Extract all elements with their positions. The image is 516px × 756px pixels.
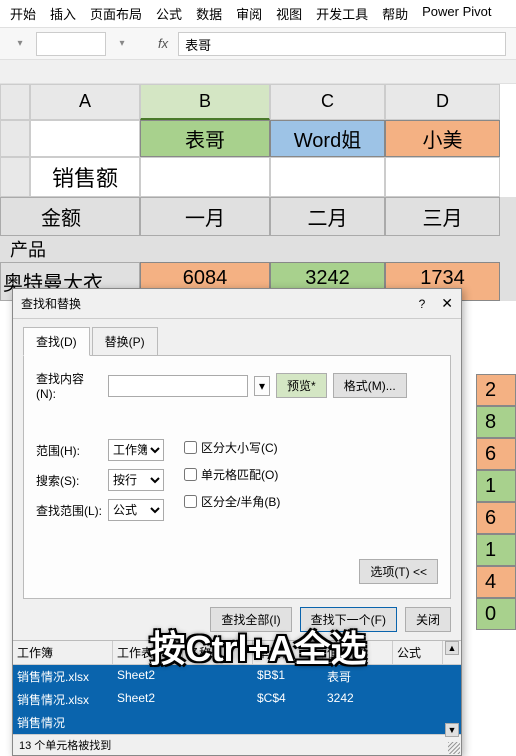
- close-button[interactable]: 关闭: [405, 607, 451, 632]
- product-label: 产品: [0, 236, 516, 262]
- scope-label: 范围(H):: [36, 442, 102, 459]
- close-icon[interactable]: ✕: [441, 295, 453, 312]
- scroll-down-icon[interactable]: ▼: [445, 723, 459, 737]
- lookin-select[interactable]: 公式: [108, 499, 164, 521]
- data-cell[interactable]: 1: [476, 534, 516, 566]
- resize-grip-icon[interactable]: [448, 742, 460, 754]
- formula-bar[interactable]: 表哥: [178, 32, 506, 56]
- cell-d1[interactable]: 小美: [385, 120, 500, 157]
- name-box[interactable]: [36, 32, 106, 56]
- amount-label: 金额: [0, 197, 140, 236]
- row-header[interactable]: [0, 157, 30, 197]
- dialog-title: 查找和替换: [21, 295, 81, 312]
- partial-column: 2 8 6 1 6 1 4 0: [476, 374, 516, 630]
- tab-powerpivot[interactable]: Power Pivot: [422, 4, 491, 23]
- fx-icon[interactable]: fx: [158, 36, 168, 51]
- overlay-caption: 按Ctrl+A全选: [149, 620, 366, 672]
- ribbon-spacer: [0, 60, 516, 84]
- find-replace-dialog: 查找和替换 ? ✕ 查找(D) 替换(P) 查找内容(N): ▾ 预览* 格式(…: [12, 288, 462, 756]
- tab-dev[interactable]: 开发工具: [316, 4, 368, 23]
- col-workbook[interactable]: 工作簿: [13, 641, 113, 664]
- col-header-d[interactable]: D: [385, 84, 500, 120]
- tab-find[interactable]: 查找(D): [23, 327, 90, 356]
- worksheet: A B C D 表哥 Word姐 小美 销售额 金额 一月 二月 三月 产品 奥…: [0, 84, 516, 301]
- cell-sales-label[interactable]: 销售额: [30, 157, 140, 197]
- scope-select[interactable]: 工作簿: [108, 439, 164, 461]
- data-cell[interactable]: 6: [476, 438, 516, 470]
- search-select[interactable]: 按行: [108, 469, 164, 491]
- find-label: 查找内容(N):: [36, 370, 102, 401]
- tab-insert[interactable]: 插入: [50, 4, 76, 23]
- tab-formulas[interactable]: 公式: [156, 4, 182, 23]
- month-jan: 一月: [140, 197, 270, 236]
- tab-review[interactable]: 审阅: [236, 4, 262, 23]
- cell[interactable]: [30, 120, 140, 157]
- options-button[interactable]: 选项(T) <<: [359, 559, 438, 584]
- cell[interactable]: [270, 157, 385, 197]
- data-cell[interactable]: 0: [476, 598, 516, 630]
- month-mar: 三月: [385, 197, 500, 236]
- match-width-check[interactable]: 区分全/半角(B): [184, 493, 280, 510]
- cell-b1[interactable]: 表哥: [140, 120, 270, 157]
- data-table: 金额 一月 二月 三月 产品 奥特曼大衣 6084 3242 1734: [0, 197, 516, 301]
- tab-help[interactable]: 帮助: [382, 4, 408, 23]
- data-cell[interactable]: 8: [476, 406, 516, 438]
- tab-view[interactable]: 视图: [276, 4, 302, 23]
- data-cell[interactable]: 1: [476, 470, 516, 502]
- scroll-up-icon[interactable]: ▲: [445, 641, 459, 655]
- dialog-titlebar[interactable]: 查找和替换 ? ✕: [13, 289, 461, 319]
- cell-c1[interactable]: Word姐: [270, 120, 385, 157]
- col-header-b[interactable]: B: [140, 84, 270, 120]
- tab-home[interactable]: 开始: [10, 4, 36, 23]
- data-cell[interactable]: 4: [476, 566, 516, 598]
- result-row[interactable]: 销售情况: [13, 711, 461, 734]
- dropdown-icon[interactable]: ▾: [254, 376, 270, 396]
- col-header-a[interactable]: A: [30, 84, 140, 120]
- result-row[interactable]: 销售情况.xlsxSheet2$C$43242: [13, 688, 461, 711]
- tab-layout[interactable]: 页面布局: [90, 4, 142, 23]
- tab-data[interactable]: 数据: [196, 4, 222, 23]
- lookin-label: 查找范围(L):: [36, 502, 102, 519]
- preview-button[interactable]: 预览*: [276, 373, 327, 398]
- search-label: 搜索(S):: [36, 472, 102, 489]
- col-header-c[interactable]: C: [270, 84, 385, 120]
- match-case-check[interactable]: 区分大小写(C): [184, 439, 280, 456]
- data-cell[interactable]: 6: [476, 502, 516, 534]
- toolbar-dropdown-icon[interactable]: ▾: [10, 34, 30, 54]
- format-button[interactable]: 格式(M)...: [333, 373, 407, 398]
- find-input[interactable]: [108, 375, 248, 397]
- row-header[interactable]: [0, 120, 30, 157]
- namebox-dropdown-icon[interactable]: ▾: [112, 34, 132, 54]
- select-all-corner[interactable]: [0, 84, 30, 120]
- month-feb: 二月: [270, 197, 385, 236]
- cell[interactable]: [140, 157, 270, 197]
- match-cell-check[interactable]: 单元格匹配(O): [184, 466, 280, 483]
- help-icon[interactable]: ?: [419, 297, 426, 311]
- formula-bar-row: ▾ ▾ fx 表哥: [0, 28, 516, 60]
- col-formula[interactable]: 公式: [393, 641, 443, 664]
- tab-replace[interactable]: 替换(P): [92, 327, 158, 356]
- ribbon-tabs: 开始 插入 页面布局 公式 数据 审阅 视图 开发工具 帮助 Power Piv…: [0, 0, 516, 28]
- data-cell[interactable]: 2: [476, 374, 516, 406]
- cell[interactable]: [385, 157, 500, 197]
